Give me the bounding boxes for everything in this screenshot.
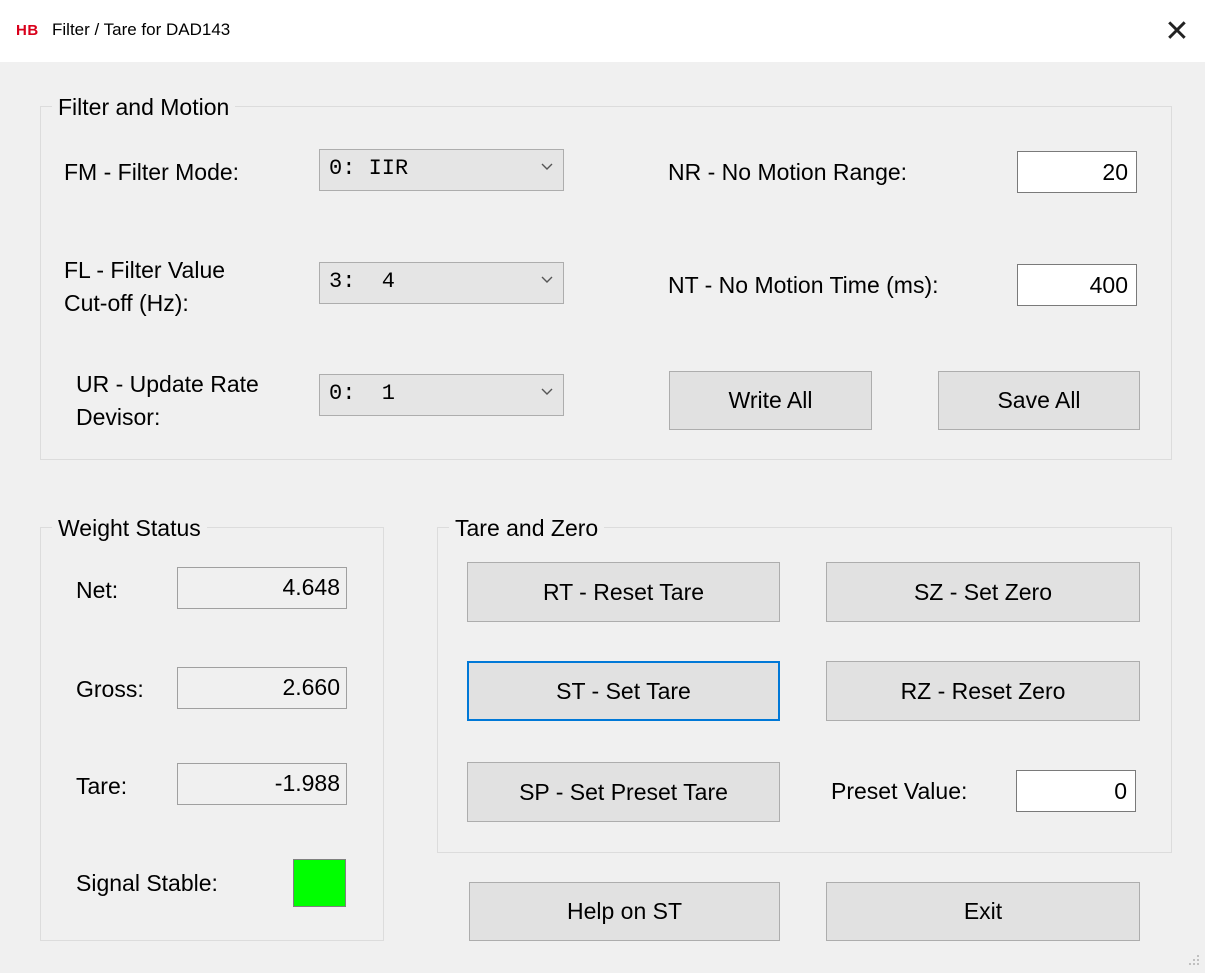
tare-value: -1.988 (177, 763, 347, 805)
weight-status-caption: Weight Status (52, 515, 207, 541)
nt-label: NT - No Motion Time (ms): (668, 272, 939, 298)
filter-motion-caption: Filter and Motion (52, 94, 236, 120)
reset-zero-button[interactable]: RZ - Reset Zero (826, 661, 1140, 721)
ur-label-line2: Devisor: (76, 404, 161, 430)
write-all-button[interactable]: Write All (669, 371, 872, 430)
chevron-down-icon (541, 163, 553, 170)
chevron-down-icon (541, 388, 553, 395)
filter-value-select[interactable]: 3: 4 (319, 262, 564, 304)
ur-label-line1: UR - Update Rate (76, 371, 259, 397)
preset-value-label: Preset Value: (831, 778, 968, 804)
signal-stable-indicator (293, 859, 346, 907)
set-zero-button[interactable]: SZ - Set Zero (826, 562, 1140, 622)
signal-stable-label: Signal Stable: (76, 870, 218, 896)
app-logo: HB (16, 22, 39, 39)
nr-label: NR - No Motion Range: (668, 159, 908, 185)
update-rate-select[interactable]: 0: 1 (319, 374, 564, 416)
gross-value: 2.660 (177, 667, 347, 709)
net-value: 4.648 (177, 567, 347, 609)
no-motion-time-input[interactable]: 400 (1017, 264, 1137, 306)
resize-grip-icon[interactable] (1186, 952, 1200, 966)
save-all-button[interactable]: Save All (938, 371, 1140, 430)
exit-button[interactable]: Exit (826, 882, 1140, 941)
preset-value-input[interactable]: 0 (1016, 770, 1136, 812)
update-rate-value: 0: 1 (329, 381, 396, 406)
set-preset-tare-button[interactable]: SP - Set Preset Tare (467, 762, 780, 822)
fl-label-line1: FL - Filter Value (64, 257, 226, 283)
no-motion-range-input[interactable]: 20 (1017, 151, 1137, 193)
filter-mode-select[interactable]: 0: IIR (319, 149, 564, 191)
filter-value-value: 3: 4 (329, 269, 396, 294)
set-tare-button[interactable]: ST - Set Tare (467, 661, 780, 721)
title-bar: HB Filter / Tare for DAD143 ✕ (0, 0, 1205, 62)
close-button[interactable]: ✕ (1150, 6, 1204, 56)
gross-label: Gross: (76, 676, 144, 702)
fm-label: FM - Filter Mode: (64, 159, 240, 185)
window-title: Filter / Tare for DAD143 (52, 20, 231, 39)
filter-mode-value: 0: IIR (329, 156, 409, 181)
chevron-down-icon (541, 276, 553, 283)
close-icon: ✕ (1164, 14, 1190, 48)
help-button[interactable]: Help on ST (469, 882, 780, 941)
fl-label-line2: Cut-off (Hz): (64, 290, 189, 316)
tare-zero-caption: Tare and Zero (449, 515, 605, 541)
tare-label: Tare: (76, 773, 128, 799)
net-label: Net: (76, 577, 119, 603)
reset-tare-button[interactable]: RT - Reset Tare (467, 562, 780, 622)
